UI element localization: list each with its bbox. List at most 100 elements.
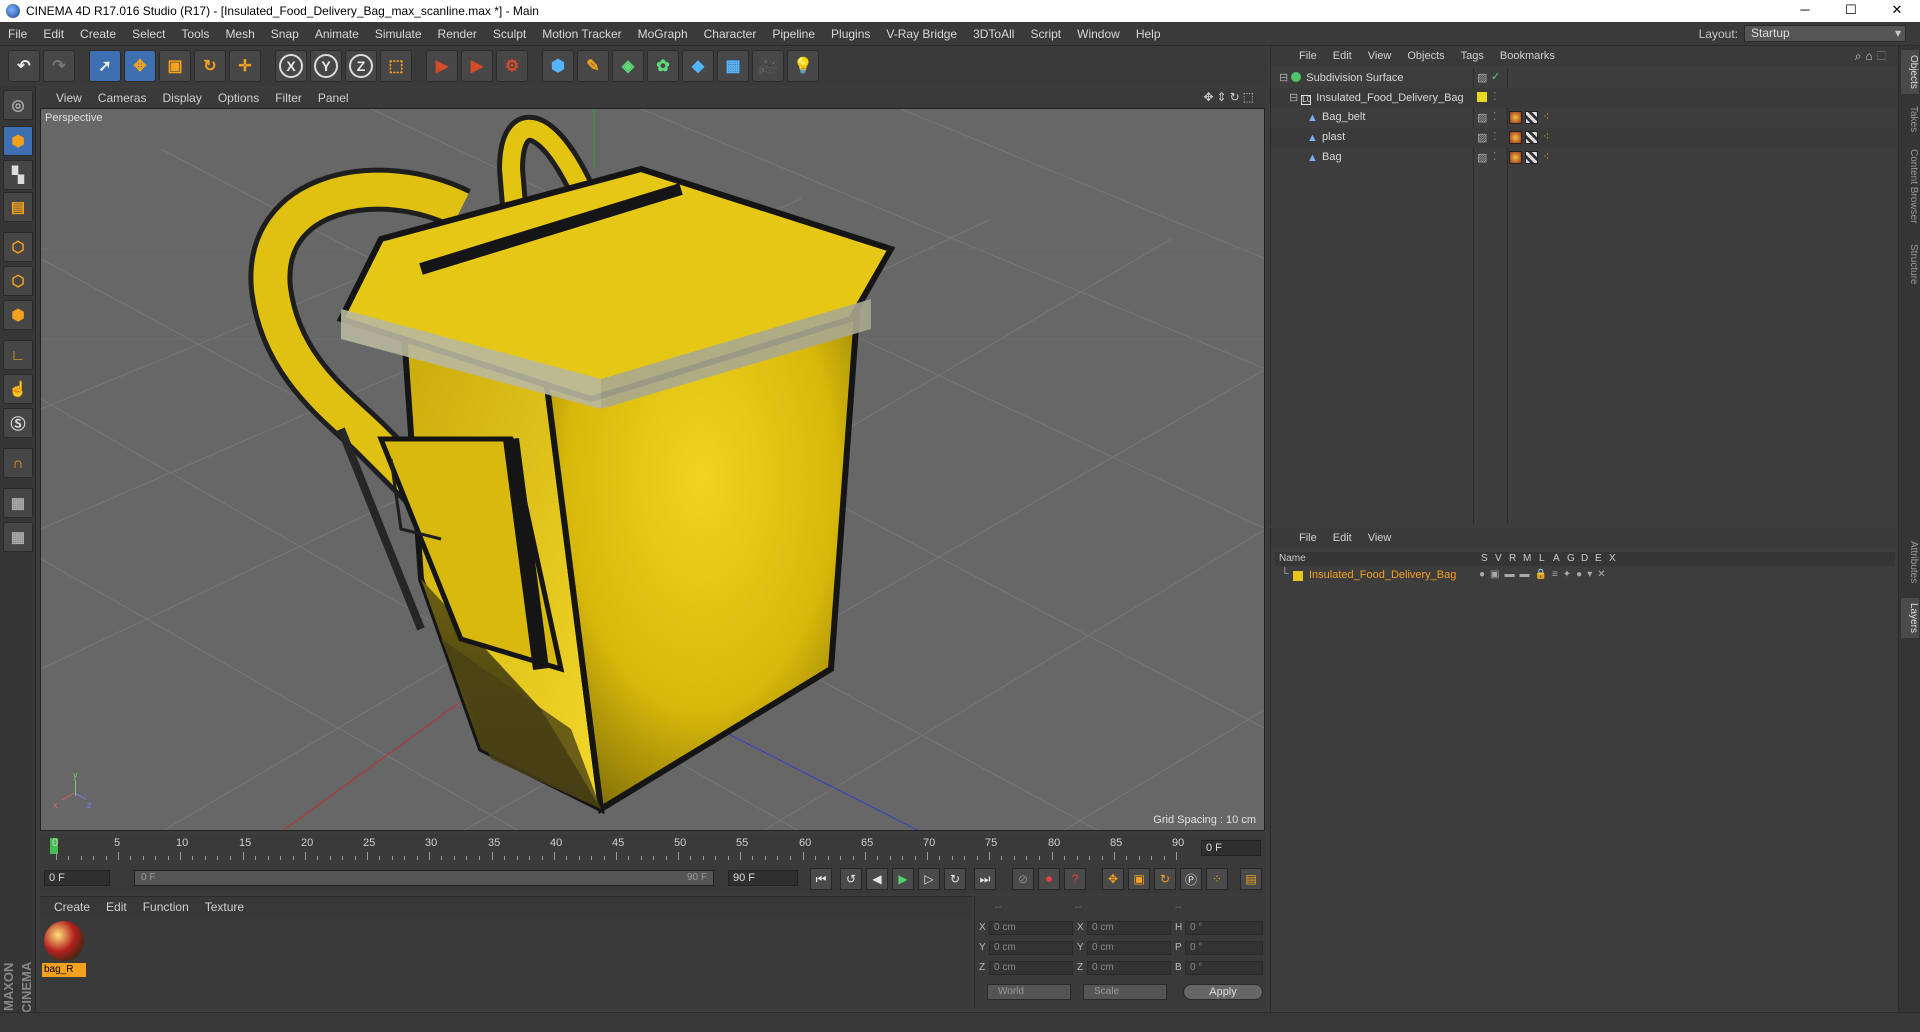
layer-menu-view[interactable]: View <box>1360 532 1400 544</box>
scale-key-icon[interactable]: ▣ <box>1128 868 1150 890</box>
object-menu-view[interactable]: View <box>1360 50 1400 62</box>
object-search-icon[interactable]: ⌕⌂⬚ <box>1855 49 1890 64</box>
menu-create[interactable]: Create <box>72 27 124 41</box>
tab-structure[interactable]: Structure <box>1901 238 1919 290</box>
material-menu-texture[interactable]: Texture <box>197 900 252 914</box>
menu-edit[interactable]: Edit <box>35 27 72 41</box>
next-frame-icon[interactable]: ▷ <box>918 868 940 890</box>
perspective-viewport[interactable]: Perspective Grid Spacing : 10 cm y x z <box>40 108 1265 831</box>
layer-color-swatch[interactable] <box>1293 571 1303 581</box>
cloner-icon[interactable]: ✿ <box>647 50 679 82</box>
workplane-mode-icon[interactable]: ▤ <box>3 192 33 222</box>
frame-range-slider[interactable]: 0 F 90 F <box>134 870 714 886</box>
object-row-insulated-food-delivery-bag[interactable]: ⊟ L0 Insulated_Food_Delivery_Bag ⁚ <box>1271 88 1899 108</box>
menu-help[interactable]: Help <box>1128 27 1169 41</box>
record-keys-icon[interactable]: ⊘ <box>1012 868 1034 890</box>
tab-content-browser[interactable]: Content Browser <box>1901 142 1919 230</box>
tweak-mode-icon[interactable]: ☝ <box>3 374 33 404</box>
tab-attributes[interactable]: Attributes <box>1901 532 1919 592</box>
live-selection-icon[interactable]: ➚ <box>89 50 121 82</box>
point-level-key-icon[interactable]: ⁘ <box>1206 868 1228 890</box>
rotation-key-icon[interactable]: ↻ <box>1154 868 1176 890</box>
menu-window[interactable]: Window <box>1069 27 1128 41</box>
viewport-menu-view[interactable]: View <box>48 91 90 105</box>
menu-vray-bridge[interactable]: V-Ray Bridge <box>878 27 965 41</box>
render-settings-icon[interactable]: ⚙ <box>496 50 528 82</box>
coordinate-space-dropdown[interactable]: World <box>987 984 1071 1000</box>
frame-ruler[interactable]: 0 5 10 15 20 25 30 35 40 45 50 55 60 65 70 75 80 85 90 <box>50 834 1190 860</box>
recent-tool-icon[interactable]: ✛ <box>229 50 261 82</box>
polygons-mode-icon[interactable]: ⬢ <box>3 300 33 330</box>
size-y-field[interactable]: 0 cm <box>1087 941 1171 955</box>
object-menu-file[interactable]: File <box>1291 50 1325 62</box>
viewport-menu-options[interactable]: Options <box>210 91 267 105</box>
render-picture-viewer-icon[interactable]: ▶ <box>461 50 493 82</box>
material-menu-function[interactable]: Function <box>135 900 197 914</box>
menu-script[interactable]: Script <box>1022 27 1069 41</box>
move-tool-icon[interactable]: ✥ <box>124 50 156 82</box>
material-tag-icon[interactable] <box>1509 131 1522 144</box>
viewport-menu-cameras[interactable]: Cameras <box>90 91 155 105</box>
axis-mode-icon[interactable]: ∟ <box>3 340 33 370</box>
menu-pipeline[interactable]: Pipeline <box>764 27 823 41</box>
object-row-subdivision-surface[interactable]: ⊟ Subdivision Surface ▨ ✓ <box>1271 68 1899 88</box>
material-tag-icon[interactable] <box>1509 111 1522 124</box>
object-menu-edit[interactable]: Edit <box>1325 50 1360 62</box>
current-frame-field[interactable]: 0 F <box>1201 840 1261 856</box>
light-icon[interactable]: 💡 <box>787 50 819 82</box>
size-mode-dropdown[interactable]: Scale <box>1083 984 1167 1000</box>
autokey-icon[interactable]: ⏺ <box>1038 868 1060 890</box>
close-button[interactable]: ✕ <box>1874 0 1920 22</box>
layer-toggles[interactable]: ●▣▬▬🔒≡✦●▾✕ <box>1479 569 1611 580</box>
maximize-button[interactable]: ☐ <box>1828 0 1874 22</box>
go-to-start-icon[interactable]: ⏮ <box>810 868 832 890</box>
apply-button[interactable]: Apply <box>1183 984 1263 1000</box>
menu-motion-tracker[interactable]: Motion Tracker <box>534 27 629 41</box>
undo-icon[interactable]: ↶ <box>8 50 40 82</box>
object-menu-bookmarks[interactable]: Bookmarks <box>1492 50 1563 62</box>
menu-render[interactable]: Render <box>430 27 485 41</box>
coordinate-system-icon[interactable]: ⬚ <box>380 50 412 82</box>
material-menu-edit[interactable]: Edit <box>98 900 135 914</box>
object-row-plast[interactable]: ▲ plast ▨ ⁚ ⁖ <box>1271 128 1899 148</box>
floor-environment-icon[interactable]: ▦ <box>717 50 749 82</box>
edges-mode-icon[interactable]: ⬡ <box>3 266 33 296</box>
position-key-icon[interactable]: ✥ <box>1102 868 1124 890</box>
menu-simulate[interactable]: Simulate <box>367 27 430 41</box>
previous-frame-icon[interactable]: ◀ <box>866 868 888 890</box>
selection-tag-icon[interactable]: ⁖ <box>1543 110 1549 123</box>
object-row-bag[interactable]: ▲ Bag ▨ ⁚ ⁖ <box>1271 148 1899 168</box>
menu-tools[interactable]: Tools <box>173 27 217 41</box>
rotation-b-field[interactable]: 0 ° <box>1185 961 1263 975</box>
position-z-field[interactable]: 0 cm <box>989 961 1073 975</box>
y-axis-lock-icon[interactable]: Y <box>310 50 342 82</box>
minimize-button[interactable]: ─ <box>1782 0 1828 22</box>
workplane-lock-icon[interactable]: ▦ <box>3 488 33 518</box>
x-axis-lock-icon[interactable]: X <box>275 50 307 82</box>
viewport-menu-display[interactable]: Display <box>154 91 209 105</box>
tab-objects[interactable]: Objects <box>1901 50 1919 94</box>
size-x-field[interactable]: 0 cm <box>1087 921 1171 935</box>
redo-icon[interactable]: ↷ <box>43 50 75 82</box>
visibility-dots-icon[interactable]: ⁚ <box>1493 90 1497 103</box>
rotation-p-field[interactable]: 0 ° <box>1185 941 1263 955</box>
selection-tag-icon[interactable]: ⁖ <box>1543 130 1549 143</box>
timeline-window-icon[interactable]: ▤ <box>1240 868 1262 890</box>
position-x-field[interactable]: 0 cm <box>989 921 1073 935</box>
tab-layers[interactable]: Layers <box>1901 598 1919 638</box>
model-mode-icon[interactable]: ⬢ <box>3 126 33 156</box>
play-forward-icon[interactable]: ▶ <box>892 868 914 890</box>
layer-menu-file[interactable]: File <box>1291 532 1325 544</box>
object-menu-tags[interactable]: Tags <box>1453 50 1492 62</box>
layout-dropdown[interactable]: Startup <box>1744 25 1906 42</box>
end-frame-field[interactable]: 90 F <box>728 870 798 886</box>
uvw-tag-icon[interactable] <box>1525 151 1538 164</box>
timeline-ruler[interactable]: 0 5 10 15 20 25 30 35 40 45 50 55 60 65 70 75 80 85 90 0 F <box>40 834 1265 862</box>
previous-key-icon[interactable]: ↺ <box>840 868 862 890</box>
enabled-check-icon[interactable]: ✓ <box>1491 70 1500 83</box>
object-menu-objects[interactable]: Objects <box>1399 50 1452 62</box>
start-frame-field[interactable]: 0 F <box>44 870 110 886</box>
subdivision-generator-icon[interactable]: ◈ <box>612 50 644 82</box>
menu-mograph[interactable]: MoGraph <box>630 27 696 41</box>
go-to-end-icon[interactable]: ⏭ <box>974 868 996 890</box>
